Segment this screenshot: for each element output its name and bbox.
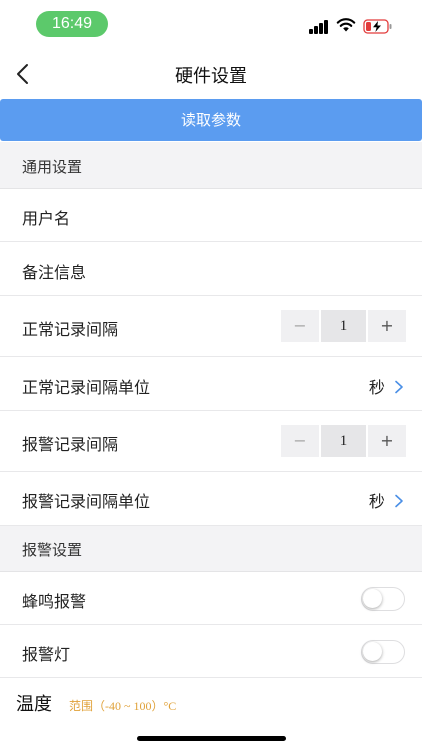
unit-value: 秒 <box>368 492 385 511</box>
status-time: 16:49 <box>36 11 108 37</box>
cellular-signal-icon <box>309 20 329 34</box>
alarm-interval-unit-row[interactable]: 报警记录间隔单位 秒 <box>0 472 422 526</box>
chevron-right-icon <box>395 494 403 508</box>
alarm-interval-row: 报警记录间隔 − 1 + <box>0 411 422 472</box>
alarm-interval-label: 报警记录间隔 <box>22 435 119 454</box>
alarm-interval-unit-label: 报警记录间隔单位 <box>22 492 151 511</box>
read-parameters-button[interactable]: 读取参数 <box>0 99 422 141</box>
normal-interval-stepper: − 1 + <box>281 310 406 342</box>
normal-interval-unit-select[interactable]: 秒 <box>369 374 404 398</box>
status-bar: 16:49 <box>0 0 422 48</box>
section-general: 通用设置 <box>0 142 422 189</box>
alarm-light-label: 报警灯 <box>22 645 71 664</box>
username-row[interactable]: 用户名 <box>0 189 422 242</box>
remark-row[interactable]: 备注信息 <box>0 242 422 296</box>
alarm-interval-stepper: − 1 + <box>281 425 406 457</box>
normal-interval-unit-label: 正常记录间隔单位 <box>22 378 151 397</box>
unit-value: 秒 <box>368 378 385 397</box>
buzzer-alarm-label: 蜂鸣报警 <box>22 592 87 611</box>
alarm-interval-unit-select[interactable]: 秒 <box>369 488 404 512</box>
wifi-icon <box>336 18 356 32</box>
page-title: 硬件设置 <box>175 66 247 87</box>
increment-button[interactable]: + <box>368 310 406 342</box>
home-indicator <box>137 736 286 741</box>
decrement-button[interactable]: − <box>281 425 319 457</box>
temperature-label: 温度 <box>16 694 52 715</box>
alarm-light-toggle[interactable] <box>361 640 405 664</box>
section-title: 通用设置 <box>22 158 83 176</box>
remark-label: 备注信息 <box>22 263 87 282</box>
nav-bar: 硬件设置 <box>0 50 422 98</box>
temperature-range-hint: 范围（-40 ~ 100）°C <box>69 699 177 713</box>
section-title: 报警设置 <box>22 541 83 559</box>
normal-interval-row: 正常记录间隔 − 1 + <box>0 296 422 357</box>
normal-interval-unit-row[interactable]: 正常记录间隔单位 秒 <box>0 357 422 411</box>
decrement-button[interactable]: − <box>281 310 319 342</box>
username-label: 用户名 <box>22 209 71 228</box>
section-alarm: 报警设置 <box>0 526 422 572</box>
increment-button[interactable]: + <box>368 425 406 457</box>
chevron-right-icon <box>395 380 403 394</box>
buzzer-alarm-toggle[interactable] <box>361 587 405 611</box>
toggle-knob <box>363 642 382 661</box>
alarm-interval-value[interactable]: 1 <box>321 425 366 457</box>
buzzer-alarm-row: 蜂鸣报警 <box>0 572 422 625</box>
toggle-knob <box>363 589 382 608</box>
normal-interval-value[interactable]: 1 <box>321 310 366 342</box>
alarm-light-row: 报警灯 <box>0 625 422 678</box>
battery-charging-icon <box>363 19 392 34</box>
normal-interval-label: 正常记录间隔 <box>22 320 119 339</box>
